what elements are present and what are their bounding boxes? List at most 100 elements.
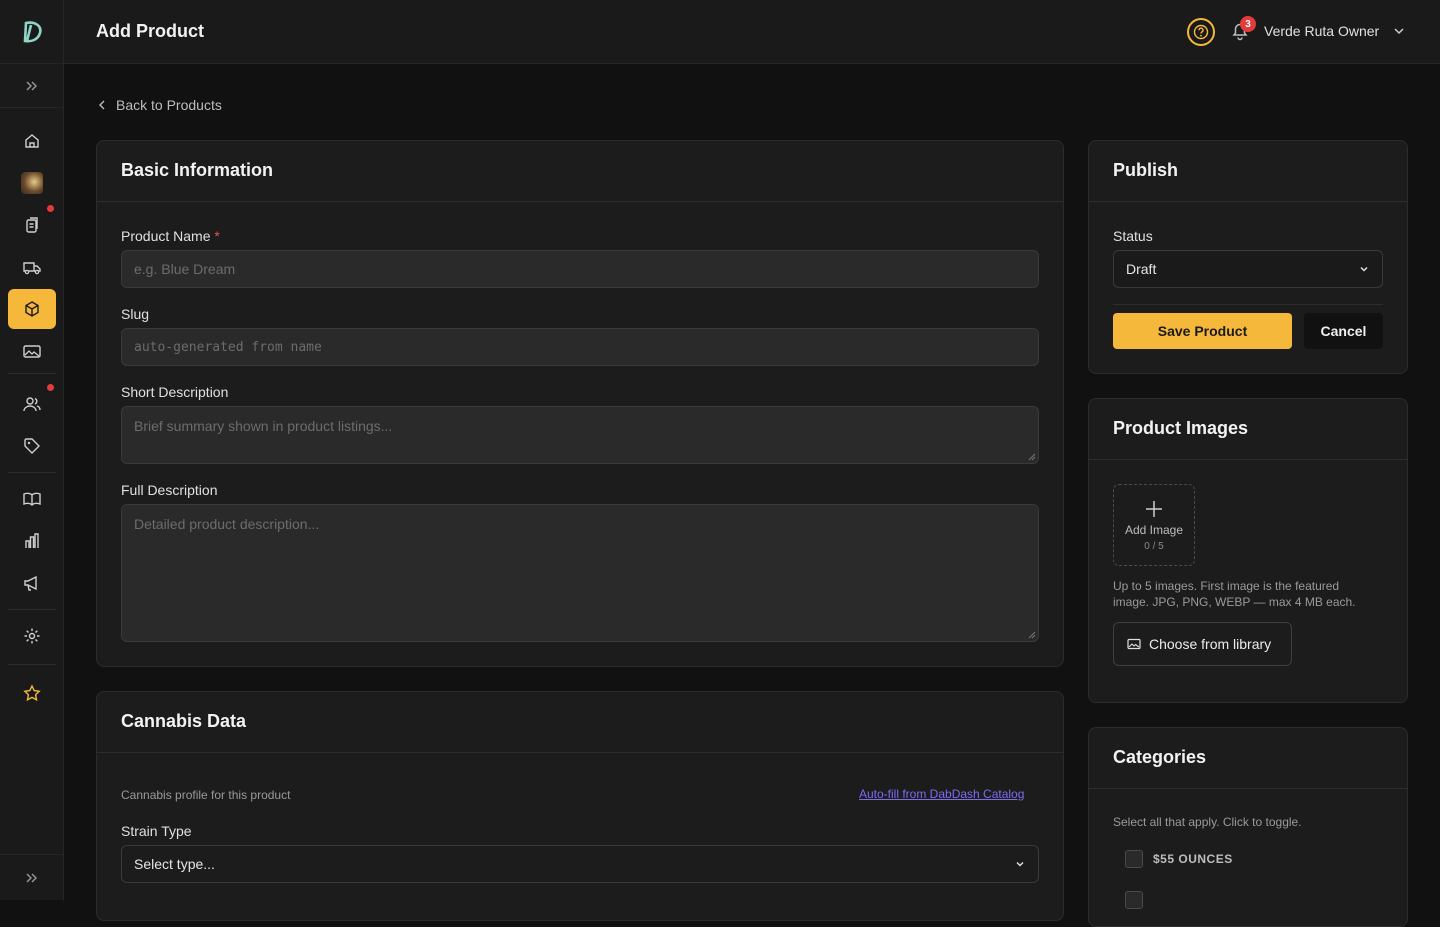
card-title: Publish <box>1089 141 1407 202</box>
notification-dot <box>47 205 54 212</box>
cannabis-subtitle: Cannabis profile for this product <box>121 788 291 802</box>
required-mark: * <box>214 228 220 244</box>
image-count: 0 / 5 <box>1144 540 1164 552</box>
user-menu-toggle[interactable] <box>1392 24 1406 43</box>
product-name-label: Product Name * <box>121 228 220 244</box>
autofill-catalog-link[interactable]: Auto-fill from DabDash Catalog <box>859 787 1024 801</box>
resize-handle-icon[interactable] <box>1027 630 1036 639</box>
store-avatar <box>21 172 43 194</box>
chevron-left-icon <box>99 100 105 110</box>
library-label: Choose from library <box>1149 636 1272 652</box>
megaphone-icon <box>24 575 37 591</box>
add-image-button[interactable]: Add Image 0 / 5 <box>1113 484 1195 566</box>
orders-icon <box>26 217 38 233</box>
categories-hint: Select all that apply. Click to toggle. <box>1113 815 1302 829</box>
page-title: Add Product <box>96 21 204 41</box>
double-chevron-right-icon <box>26 873 37 882</box>
save-product-button[interactable]: Save Product <box>1113 313 1292 349</box>
status-select[interactable]: Draft <box>1113 250 1383 288</box>
app-logo[interactable] <box>0 0 63 64</box>
chevron-down-icon <box>1394 28 1404 35</box>
publish-card: Publish Status Draft Save Product Cancel <box>1088 140 1408 374</box>
short-description-textarea[interactable]: Brief summary shown in product listings.… <box>121 406 1039 464</box>
image-icon <box>1127 638 1141 650</box>
full-description-placeholder: Detailed product description... <box>134 516 320 532</box>
logo-icon <box>23 20 42 43</box>
card-title: Product Images <box>1089 399 1407 460</box>
sidebar-item-catalog[interactable] <box>8 479 56 519</box>
collapse-sidebar-button[interactable] <box>0 854 64 900</box>
sidebar-item-marketing[interactable] <box>8 563 56 603</box>
sidebar <box>0 0 64 900</box>
short-description-placeholder: Brief summary shown in product listings.… <box>134 418 393 434</box>
full-description-textarea[interactable]: Detailed product description... <box>121 504 1039 642</box>
status-label: Status <box>1113 228 1153 244</box>
images-hint-line-1: Up to 5 images. First image is the featu… <box>1113 579 1340 593</box>
sidebar-item-media[interactable] <box>8 331 56 371</box>
top-bar: Add Product 3 Verde Ruta Owner <box>64 0 1440 64</box>
product-images-card: Product Images Add Image 0 / 5 Up to 5 i… <box>1088 398 1408 703</box>
sidebar-divider <box>8 373 56 374</box>
images-hint-line-2: image. JPG, PNG, WEBP — max 4 MB each. <box>1113 595 1356 609</box>
sidebar-item-settings[interactable] <box>8 616 56 656</box>
basic-information-card: Basic Information Product Name * e.g. Bl… <box>96 140 1064 667</box>
card-title: Cannabis Data <box>97 692 1063 753</box>
add-image-label: Add Image <box>1124 522 1184 537</box>
sidebar-item-home[interactable] <box>8 121 56 161</box>
chevron-down-icon <box>1016 861 1024 867</box>
back-link-label: Back to Products <box>116 97 222 113</box>
strain-type-select[interactable]: Select type... <box>121 845 1039 883</box>
truck-icon <box>23 262 41 275</box>
cancel-button[interactable]: Cancel <box>1304 313 1383 349</box>
sidebar-item-customers[interactable] <box>8 384 56 424</box>
gear-icon <box>24 628 40 644</box>
status-value: Draft <box>1126 261 1157 277</box>
sidebar-item-favorites[interactable] <box>8 673 56 713</box>
category-checkbox[interactable] <box>1125 891 1143 909</box>
tag-icon <box>24 438 40 454</box>
resize-handle-icon[interactable] <box>1027 452 1036 461</box>
book-open-icon <box>23 492 41 506</box>
image-icon <box>23 345 41 358</box>
strain-type-label: Strain Type <box>121 823 192 839</box>
categories-card: Categories Select all that apply. Click … <box>1088 727 1408 927</box>
divider <box>1113 304 1383 305</box>
home-icon <box>25 134 39 148</box>
sidebar-divider <box>8 609 56 610</box>
box-icon <box>25 301 39 317</box>
question-icon <box>1193 24 1209 40</box>
plus-icon <box>1146 500 1162 517</box>
card-title: Categories <box>1089 728 1407 789</box>
category-label[interactable]: $55 OUNCES <box>1153 852 1233 866</box>
star-icon <box>23 684 41 702</box>
help-button[interactable] <box>1187 18 1215 46</box>
user-menu-name[interactable]: Verde Ruta Owner <box>1264 23 1379 39</box>
card-title: Basic Information <box>97 141 1063 202</box>
expand-sidebar-button[interactable] <box>0 64 63 108</box>
back-to-products-link[interactable]: Back to Products <box>96 97 222 113</box>
short-description-label: Short Description <box>121 384 229 400</box>
choose-from-library-button[interactable]: Choose from library <box>1113 622 1292 666</box>
sidebar-divider <box>8 472 56 473</box>
sidebar-item-delivery[interactable] <box>8 247 56 287</box>
slug-label: Slug <box>121 306 150 322</box>
category-checkbox[interactable] <box>1125 850 1143 868</box>
strain-type-value: Select type... <box>134 856 215 872</box>
sidebar-divider <box>8 664 56 665</box>
product-name-input[interactable]: e.g. Blue Dream <box>121 250 1039 288</box>
double-chevron-right-icon <box>26 81 37 90</box>
sidebar-item-analytics[interactable] <box>8 521 56 561</box>
notification-count-badge: 3 <box>1240 16 1256 32</box>
product-name-placeholder: e.g. Blue Dream <box>134 261 236 277</box>
bar-chart-icon <box>25 533 39 548</box>
cannabis-data-card: Cannabis Data Cannabis profile for this … <box>96 691 1064 921</box>
notification-dot <box>47 384 54 391</box>
sidebar-item-store[interactable] <box>8 163 56 203</box>
sidebar-item-products[interactable] <box>8 289 56 329</box>
slug-placeholder: auto-generated from name <box>134 339 322 355</box>
sidebar-item-tags[interactable] <box>8 426 56 466</box>
chevron-down-icon <box>1360 266 1368 272</box>
slug-input[interactable]: auto-generated from name <box>121 328 1039 366</box>
sidebar-item-orders[interactable] <box>8 205 56 245</box>
full-description-label: Full Description <box>121 482 218 498</box>
